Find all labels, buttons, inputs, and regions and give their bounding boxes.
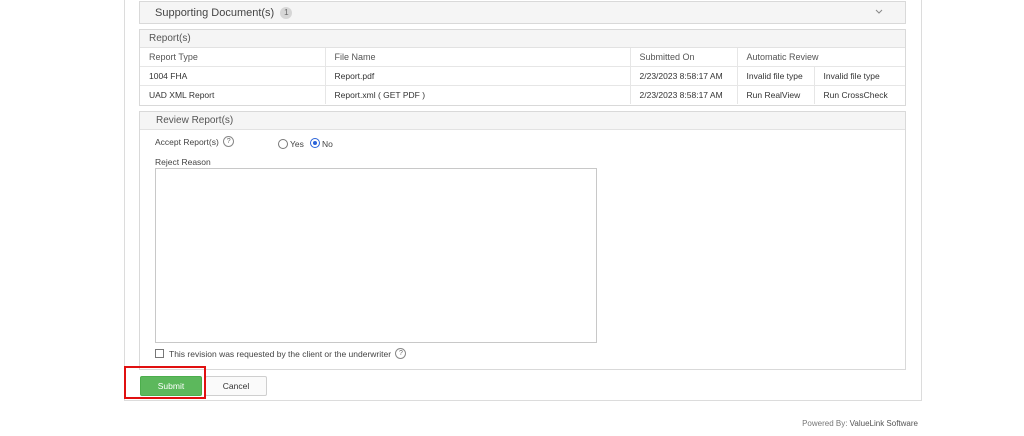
column-header-report-type: Report Type — [140, 48, 326, 67]
file-name-link[interactable]: Report.pdf — [325, 66, 631, 86]
submitted-on-cell: 2/23/2023 8:58:17 AM — [630, 66, 738, 86]
reject-reason-textarea[interactable] — [155, 168, 597, 343]
accept-yes-radio[interactable] — [278, 139, 288, 149]
reports-panel: Report(s) Report Type File Name Submitte… — [139, 29, 906, 106]
reports-table-header: Report Type File Name Submitted On Autom… — [140, 48, 905, 67]
accept-reports-text: Accept Report(s) — [155, 137, 219, 147]
chevron-down-icon[interactable] — [875, 7, 883, 17]
automatic-review-status: Invalid file type — [814, 66, 905, 86]
automatic-review-status: Invalid file type — [737, 66, 815, 86]
submit-highlight-box — [124, 366, 206, 399]
accept-reports-label: Accept Report(s) ? — [155, 136, 235, 147]
file-name-link[interactable]: Report.xml ( GET PDF ) — [325, 85, 631, 104]
cancel-button[interactable]: Cancel — [205, 376, 267, 396]
powered-by-brand[interactable]: ValueLink Software — [850, 419, 918, 428]
supporting-documents-label: Supporting Document(s) — [155, 7, 275, 19]
reports-panel-title: Report(s) — [140, 30, 905, 48]
review-reports-title: Review Report(s) — [140, 112, 905, 130]
report-type-cell: UAD XML Report — [140, 85, 326, 104]
accept-no-label: No — [322, 139, 333, 149]
powered-by-footer: Powered By: ValueLink Software — [802, 419, 918, 428]
powered-by-prefix: Powered By: — [802, 419, 848, 428]
column-header-file-name: File Name — [325, 48, 631, 67]
supporting-documents-count-badge: 1 — [280, 7, 293, 19]
report-type-cell: 1004 FHA — [140, 66, 326, 86]
revision-requested-label: This revision was requested by the clien… — [169, 348, 407, 359]
run-crosscheck-link[interactable]: Run CrossCheck — [814, 86, 905, 105]
reject-reason-label: Reject Reason — [155, 157, 211, 167]
review-reports-panel: Review Report(s) Accept Report(s) ? Yes … — [139, 111, 906, 370]
table-row: UAD XML Report Report.xml ( GET PDF ) 2/… — [140, 85, 905, 105]
accept-no-radio[interactable] — [310, 138, 320, 148]
supporting-documents-panel[interactable]: Supporting Document(s) 1 — [139, 1, 906, 24]
revision-requested-checkbox[interactable] — [155, 349, 164, 358]
table-row: 1004 FHA Report.pdf 2/23/2023 8:58:17 AM… — [140, 66, 905, 86]
column-header-automatic-review: Automatic Review — [737, 48, 905, 67]
help-icon[interactable]: ? — [395, 348, 407, 359]
column-header-submitted-on: Submitted On — [630, 48, 738, 67]
accept-yes-label: Yes — [290, 139, 304, 149]
help-icon[interactable]: ? — [223, 136, 235, 147]
revision-requested-text: This revision was requested by the clien… — [169, 349, 392, 359]
submitted-on-cell: 2/23/2023 8:58:17 AM — [630, 85, 738, 104]
run-realview-link[interactable]: Run RealView — [737, 85, 815, 104]
supporting-documents-title: Supporting Document(s) 1 — [155, 7, 293, 19]
reports-table: Report Type File Name Submitted On Autom… — [140, 48, 905, 104]
